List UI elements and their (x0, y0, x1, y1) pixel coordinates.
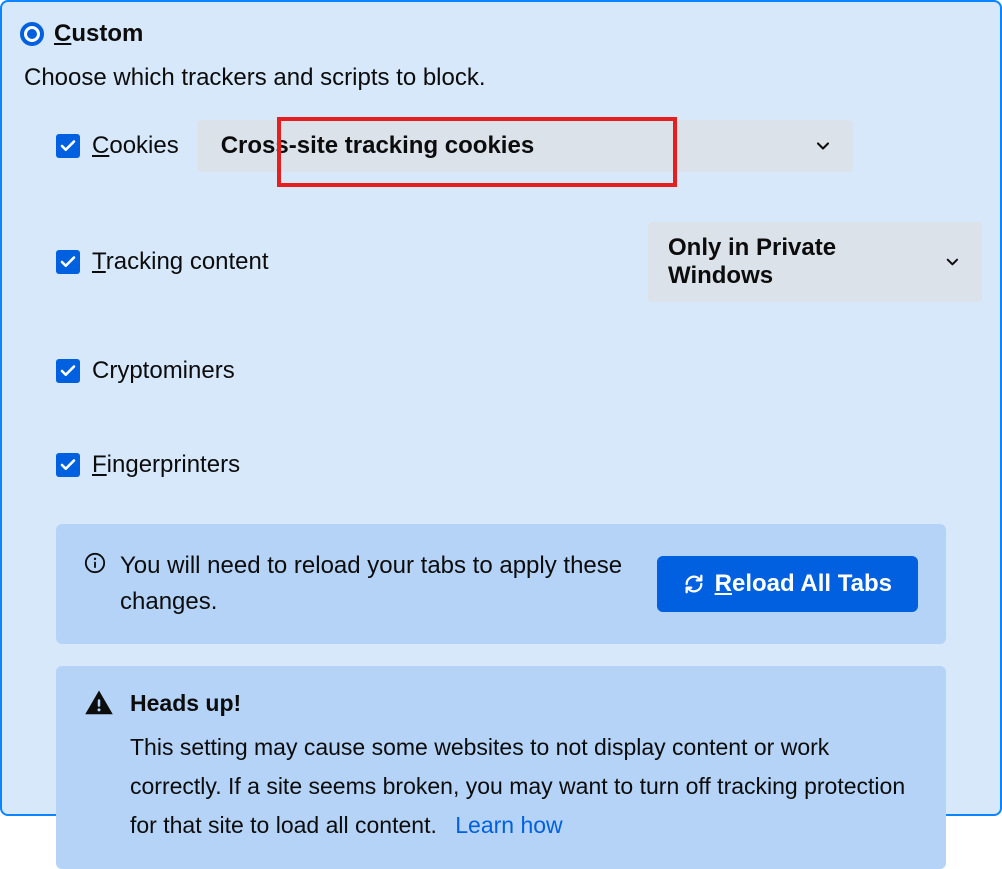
fingerprinters-checkbox[interactable] (56, 453, 80, 477)
custom-description: Choose which trackers and scripts to blo… (24, 64, 982, 92)
custom-label-rest: ustom (71, 20, 143, 47)
custom-protection-panel: Custom Choose which trackers and scripts… (0, 0, 1002, 816)
cookies-label[interactable]: Cookies (92, 132, 179, 160)
fingerprinters-label-rest: ingerprinters (107, 451, 240, 478)
warning-text: This setting may cause some websites to … (130, 728, 918, 845)
cookies-dropdown-value: Cross-site tracking cookies (221, 132, 534, 160)
warning-header: Heads up! (84, 688, 918, 718)
cryptominers-checkbox[interactable] (56, 359, 80, 383)
cookies-dropdown[interactable]: Cross-site tracking cookies (197, 120, 853, 172)
warning-icon (84, 688, 114, 718)
tracking-label-accesskey: T (92, 248, 106, 275)
custom-header-label[interactable]: Custom (54, 20, 143, 48)
cryptominers-label[interactable]: Cryptominers (92, 357, 235, 385)
check-icon (59, 456, 77, 474)
custom-radio[interactable] (20, 22, 44, 46)
cookies-label-accesskey: C (92, 132, 109, 159)
tracking-label[interactable]: Tracking content (92, 248, 269, 276)
fingerprinters-label-accesskey: F (92, 451, 107, 478)
chevron-down-icon (943, 252, 962, 272)
chevron-down-icon (813, 136, 833, 156)
fingerprinters-row: Fingerprinters (56, 440, 982, 490)
reload-icon (683, 573, 705, 595)
cookies-checkbox[interactable] (56, 134, 80, 158)
radio-selected-dot (27, 29, 37, 39)
tracking-label-rest: racking content (106, 248, 269, 275)
reload-button-rest: eload All Tabs (732, 570, 892, 597)
check-icon (59, 137, 77, 155)
reload-info-text: You will need to reload your tabs to app… (120, 548, 643, 620)
info-icon (84, 552, 106, 574)
fingerprinters-label[interactable]: Fingerprinters (92, 451, 240, 479)
warning-title: Heads up! (130, 690, 241, 717)
custom-label-accesskey: C (54, 20, 71, 47)
tracking-content-row: Tracking content Only in Private Windows (56, 222, 982, 302)
learn-how-link[interactable]: Learn how (455, 812, 562, 838)
check-icon (59, 253, 77, 271)
reload-all-tabs-button[interactable]: Reload All Tabs (657, 556, 918, 612)
cookies-row: Cookies Cross-site tracking cookies (56, 120, 982, 172)
cryptominers-row: Cryptominers (56, 346, 982, 396)
tracking-checkbox[interactable] (56, 250, 80, 274)
reload-button-accesskey: R (715, 570, 732, 597)
reload-button-label: Reload All Tabs (715, 570, 892, 598)
reload-info-box: You will need to reload your tabs to app… (56, 524, 946, 644)
check-icon (59, 362, 77, 380)
custom-header-row: Custom (20, 20, 982, 48)
tracking-dropdown-value: Only in Private Windows (668, 234, 931, 290)
tracking-dropdown[interactable]: Only in Private Windows (648, 222, 982, 302)
cookies-label-rest: ookies (109, 132, 178, 159)
heads-up-warning-box: Heads up! This setting may cause some we… (56, 666, 946, 869)
